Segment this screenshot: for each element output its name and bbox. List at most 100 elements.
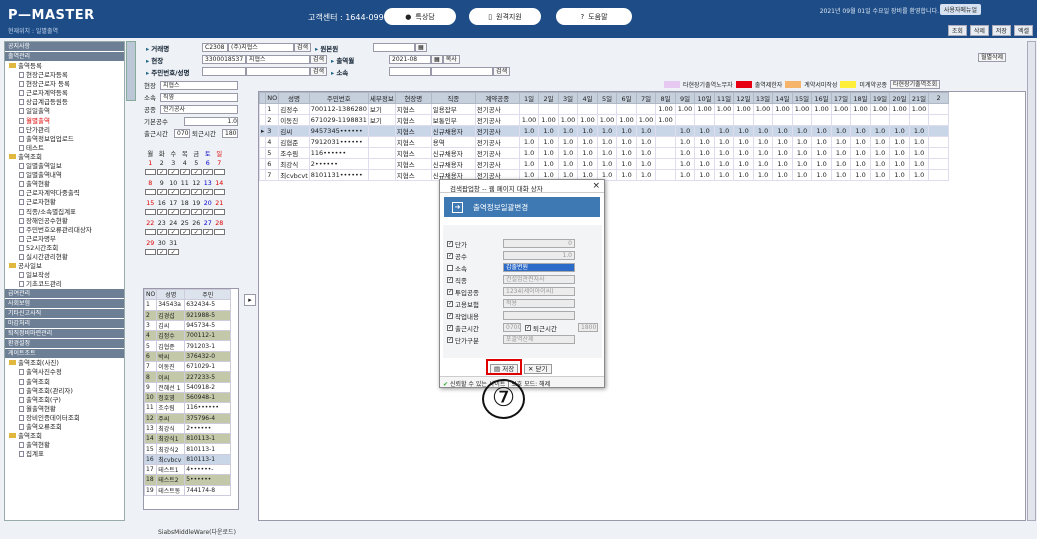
table-row[interactable]: 8 이씨 227233-5: [144, 371, 232, 383]
day-checkbox[interactable]: ✓: [168, 229, 179, 236]
day-checkbox[interactable]: [214, 229, 225, 235]
day-checkbox[interactable]: ✓: [179, 209, 190, 216]
column-header[interactable]: 1일: [518, 92, 540, 104]
table-cell[interactable]: [367, 169, 396, 181]
month-calendar-icon[interactable]: ▦: [431, 55, 443, 64]
column-header[interactable]: 2: [928, 92, 949, 104]
menu-folder[interactable]: 출역조회: [5, 432, 124, 441]
day-checkbox[interactable]: [145, 229, 156, 235]
menu-item[interactable]: 근로자현황: [5, 198, 124, 207]
day-checkbox[interactable]: ✓: [202, 209, 213, 216]
day-checkbox[interactable]: [214, 169, 225, 175]
price-checkbox[interactable]: ✓: [447, 240, 453, 247]
out-time-checkbox[interactable]: ✓: [525, 324, 531, 331]
menu-item[interactable]: 상급계급등원등: [5, 98, 124, 107]
menu-item[interactable]: 출역조회(관리자): [5, 387, 124, 396]
menu-item[interactable]: 주민번호오류관리대상자: [5, 226, 124, 235]
menu-item[interactable]: 현장근로자등록: [5, 71, 124, 80]
table-cell[interactable]: [367, 125, 396, 137]
regno-name-input[interactable]: [246, 67, 310, 76]
day-checkbox[interactable]: ✓: [156, 249, 167, 256]
menu-item[interactable]: 출역사진수정: [5, 368, 124, 377]
lp-belong-select[interactable]: 직영: [160, 92, 238, 102]
table-row[interactable]: 11 조수림 116••••••: [144, 402, 232, 414]
lp-out-input[interactable]: 1800: [222, 128, 238, 138]
column-header[interactable]: 현장명: [394, 92, 432, 104]
menu-item[interactable]: 출역현황: [5, 180, 124, 189]
day-checkbox[interactable]: [145, 209, 156, 215]
day-checkbox[interactable]: ✓: [202, 189, 213, 196]
menu-item[interactable]: 일별출역일보: [5, 162, 124, 171]
column-header[interactable]: 21일: [908, 92, 930, 104]
chat-consult-button[interactable]: ● 특상담: [384, 8, 456, 25]
menu-item[interactable]: 근로자계약다중출력: [5, 189, 124, 198]
menu-folder[interactable]: 출역등록: [5, 62, 124, 71]
work-field[interactable]: [503, 311, 575, 320]
trade-select[interactable]: 건설업관련자사: [503, 275, 575, 284]
input-trade-checkbox[interactable]: ✓: [447, 288, 453, 295]
menu-item[interactable]: 직종/소속별집계표: [5, 208, 124, 217]
day-checkbox[interactable]: ✓: [191, 229, 202, 236]
day-checkbox[interactable]: ✓: [191, 169, 202, 176]
excel-link[interactable]: 엑셀: [1013, 25, 1033, 36]
menu-item[interactable]: 장해인공수현황: [5, 217, 124, 226]
menu-item[interactable]: 단가관리: [5, 126, 124, 135]
table-row[interactable]: 6 박씨 376432-0: [144, 350, 232, 363]
menu-category[interactable]: 사회보험: [5, 299, 124, 309]
menu-item[interactable]: 장비인증데이터조회: [5, 414, 124, 423]
in-time-checkbox[interactable]: ✓: [447, 324, 453, 331]
table-cell[interactable]: [367, 136, 396, 148]
price-type-checkbox[interactable]: ✓: [447, 336, 453, 343]
company-name-input[interactable]: (주)지협스: [228, 43, 294, 52]
belong-code-input[interactable]: [389, 67, 432, 76]
table-row[interactable]: 5 조수림 116•••••• 지협스 신규채용자 전기공사 1.0 1.0 1.0 1.0 1.0…: [259, 147, 949, 159]
menu-item[interactable]: 현장근로자 등록: [5, 80, 124, 89]
day-checkbox[interactable]: ✓: [156, 189, 167, 196]
day-checkbox[interactable]: ✓: [202, 169, 213, 176]
table-row[interactable]: 1 34543a 632434-5: [144, 299, 232, 311]
table-row[interactable]: 10 정호영 560948-1: [144, 391, 232, 404]
dialog-close-button[interactable]: ✕ 닫기: [524, 364, 552, 374]
table-row[interactable]: 5 김협준 791203-1: [144, 340, 232, 352]
table-row[interactable]: 3 김씨 945734-5: [144, 319, 232, 332]
table-row[interactable]: 16 최cvbcv 810113-1: [144, 453, 232, 466]
column-header[interactable]: 주민: [184, 289, 232, 301]
day-checkbox[interactable]: [214, 209, 225, 215]
menu-category[interactable]: 퇴직정비마련관리: [5, 329, 124, 339]
belong-select[interactable]: 갑출변원: [503, 263, 575, 272]
table-cell[interactable]: 보기: [367, 103, 396, 115]
day-checkbox[interactable]: ✓: [179, 189, 190, 196]
help-button[interactable]: ? 도움말: [556, 8, 632, 25]
day-checkbox[interactable]: ✓: [191, 189, 202, 196]
menu-item[interactable]: 52시간조회: [5, 244, 124, 253]
input-trade-select[interactable]: 1234(세이아이씨): [503, 287, 575, 296]
column-header[interactable]: 성명: [278, 92, 310, 104]
move-right-button[interactable]: ▸: [244, 294, 256, 306]
close-icon[interactable]: ×: [592, 181, 600, 191]
table-cell[interactable]: [367, 147, 396, 159]
remote-support-button[interactable]: ▯ 원격지원: [469, 8, 541, 25]
table-row[interactable]: 17 테스트1 4••••••-: [144, 464, 232, 476]
column-header[interactable]: 14일: [772, 92, 793, 104]
table-row[interactable]: 6 최강식 2•••••• 지협스 신규채용자 전기공사 1.0 1.0 1.0 1.0 1.0 1.…: [259, 158, 949, 170]
other-site-query-button[interactable]: 타현장기출역조회: [890, 80, 941, 89]
menu-item[interactable]: 일일출역: [5, 107, 124, 116]
day-checkbox[interactable]: ✓: [156, 209, 167, 216]
table-row[interactable]: 2 이동진 671029-1198831 보기 지협스 보통인부 전기공사 1.00 1.00 1…: [259, 114, 949, 126]
user-manual-button[interactable]: 사용자메뉴얼: [939, 4, 981, 15]
save-link[interactable]: 저장: [991, 25, 1011, 36]
column-header[interactable]: 세부정보: [367, 92, 396, 104]
day-checkbox[interactable]: ✓: [168, 209, 179, 216]
vertical-scrollbar[interactable]: [1027, 41, 1036, 521]
copy-button[interactable]: 복사: [442, 55, 460, 64]
day-checkbox[interactable]: ✓: [179, 229, 190, 236]
menu-collapse-tab[interactable]: [126, 41, 136, 101]
delete-link[interactable]: 삭제: [969, 25, 989, 36]
column-header[interactable]: 7일: [635, 92, 657, 104]
menu-item[interactable]: 월별출역: [5, 117, 124, 126]
lp-base-input[interactable]: 1.0: [184, 116, 238, 126]
column-header[interactable]: 주민번호: [308, 92, 369, 104]
table-row[interactable]: 14 최강식1 810113-1: [144, 433, 232, 445]
day-checkbox[interactable]: [214, 189, 225, 195]
column-header[interactable]: 11일: [713, 92, 735, 104]
